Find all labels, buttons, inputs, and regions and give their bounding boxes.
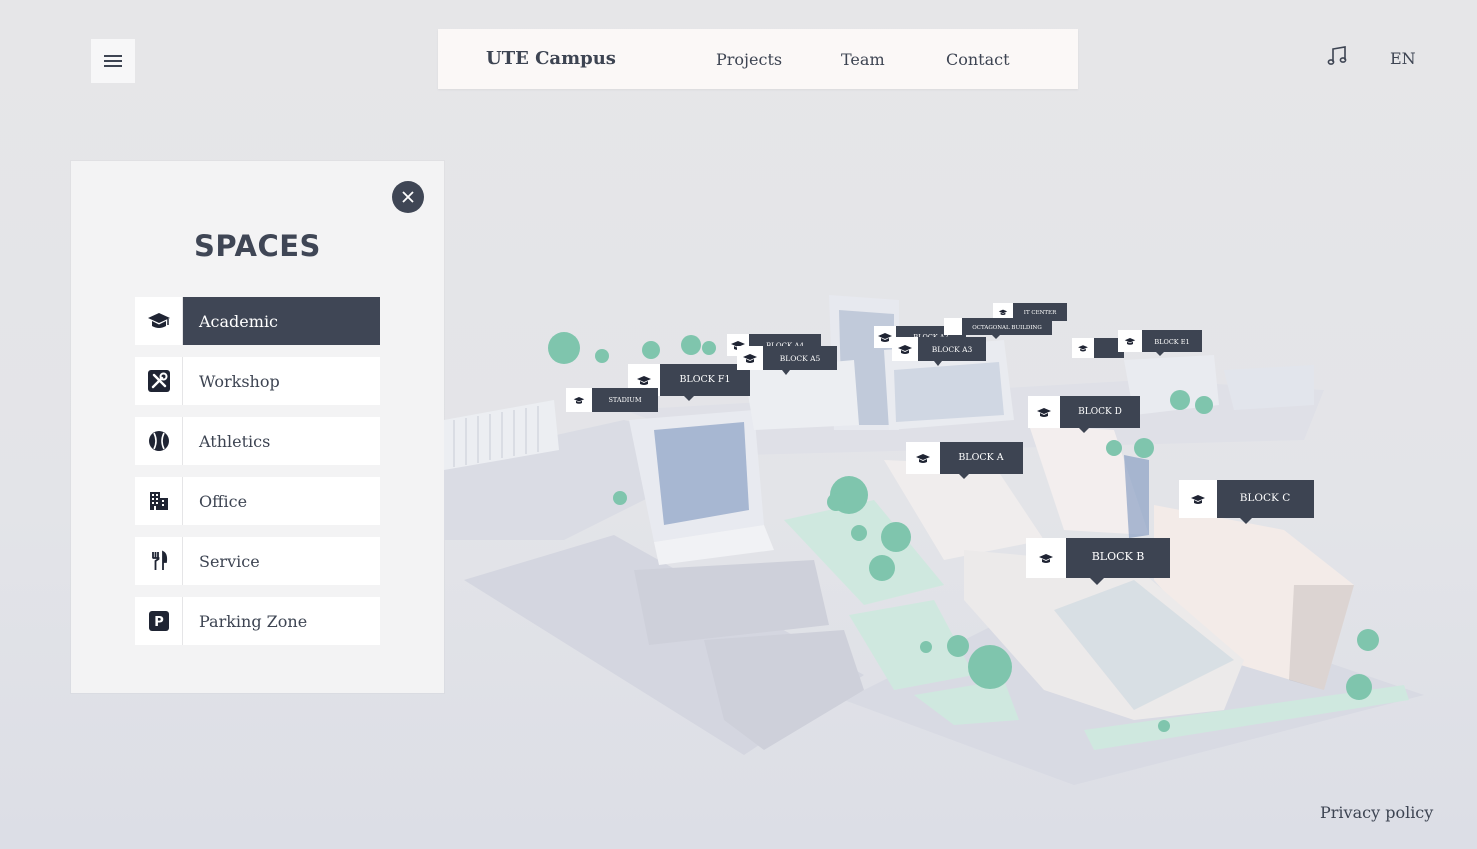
space-label: Parking Zone — [183, 597, 380, 645]
campus-map[interactable]: BLOCK F1 STADIUM BLOCK A4 BLOCK A5 BLOCK… — [444, 280, 1444, 800]
privacy-policy-link[interactable]: Privacy policy — [1320, 803, 1433, 822]
tag-label: BLOCK D — [1078, 407, 1122, 417]
map-tag-stadium[interactable]: STADIUM — [566, 388, 658, 412]
svg-text:P: P — [154, 615, 164, 630]
space-academic[interactable]: Academic — [135, 297, 380, 345]
space-parking[interactable]: P Parking Zone — [135, 597, 380, 645]
parking-lot — [634, 560, 829, 645]
tools-icon — [147, 370, 170, 392]
map-tag-block-a[interactable]: BLOCK A — [906, 442, 1023, 479]
menu-button[interactable] — [91, 39, 135, 83]
close-icon — [402, 191, 414, 203]
space-label: Workshop — [183, 357, 380, 405]
tag-label: BLOCK B — [1092, 550, 1145, 563]
map-tag-block-d[interactable]: BLOCK D — [1028, 396, 1140, 433]
tag-label: OCTAGONAL BUILDING — [972, 325, 1041, 331]
panel-title: SPACES — [194, 229, 321, 263]
nav-team[interactable]: Team — [841, 50, 885, 69]
building-a5 — [744, 360, 859, 430]
baseball-icon — [148, 431, 169, 451]
hamburger-icon — [104, 55, 122, 67]
map-tag-block-e1[interactable]: BLOCK E1 — [1072, 330, 1202, 358]
space-athletics[interactable]: Athletics — [135, 417, 380, 465]
brand-logo[interactable]: UTE Campus — [486, 48, 616, 69]
space-label: Academic — [183, 297, 380, 345]
tag-label: IT CENTER — [1024, 310, 1057, 316]
facade — [654, 422, 749, 525]
map-tag-block-c[interactable]: BLOCK C — [1179, 480, 1314, 524]
space-label: Office — [183, 477, 380, 525]
tag-label: BLOCK A — [958, 452, 1003, 463]
space-service[interactable]: Service — [135, 537, 380, 585]
top-navigation: UTE Campus Projects Team Contact — [438, 29, 1078, 89]
language-switch[interactable]: EN — [1390, 49, 1416, 68]
spaces-panel: SPACES Academic Workshop Athletics Offic… — [71, 161, 444, 693]
space-label: Service — [183, 537, 380, 585]
parking-icon: P — [148, 611, 169, 631]
building-gym — [1224, 365, 1314, 410]
music-note-icon[interactable] — [1326, 45, 1348, 67]
close-button[interactable] — [392, 181, 424, 213]
space-office[interactable]: Office — [135, 477, 380, 525]
facade — [894, 362, 1004, 422]
tag-label: BLOCK C — [1240, 492, 1291, 504]
building-icon — [149, 492, 168, 510]
space-workshop[interactable]: Workshop — [135, 357, 380, 405]
space-label: Athletics — [183, 417, 380, 465]
utensils-icon — [151, 550, 167, 570]
map-tag-block-b[interactable]: BLOCK B — [1026, 538, 1170, 585]
nav-contact[interactable]: Contact — [946, 50, 1010, 69]
tag-label: BLOCK F1 — [679, 374, 730, 385]
graduation-cap-icon — [147, 313, 170, 328]
tag-label: BLOCK A5 — [780, 354, 821, 363]
tag-label: STADIUM — [608, 396, 641, 404]
tag-label: BLOCK A3 — [932, 345, 973, 354]
tag-label: BLOCK E1 — [1154, 338, 1189, 346]
nav-projects[interactable]: Projects — [716, 50, 782, 69]
